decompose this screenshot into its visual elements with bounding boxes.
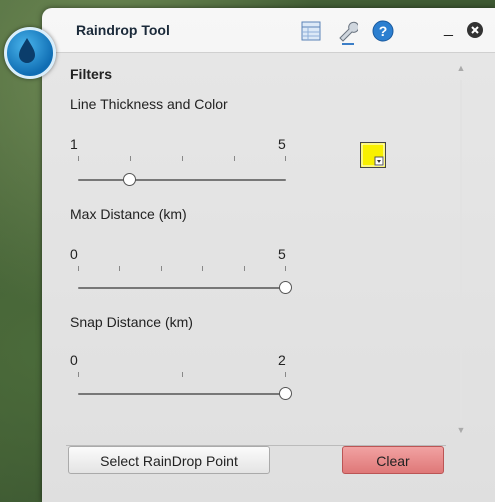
tick <box>78 156 79 161</box>
tick <box>285 266 286 271</box>
filters-heading: Filters <box>70 66 113 82</box>
tick <box>78 266 79 271</box>
line-thickness-max: 5 <box>278 136 286 152</box>
max-distance-slider-thumb[interactable] <box>279 281 292 294</box>
panel-title: Raindrop Tool <box>76 22 170 38</box>
panel-titlebar[interactable]: Raindrop Tool ? _ <box>42 8 495 53</box>
help-icon[interactable]: ? <box>372 20 394 42</box>
raindrop-logo-icon <box>4 27 56 79</box>
scroll-track[interactable] <box>460 80 462 420</box>
line-color-picker[interactable] <box>360 142 386 168</box>
line-thickness-slider-thumb[interactable] <box>123 173 136 186</box>
tick <box>119 266 120 271</box>
svg-text:?: ? <box>379 23 388 39</box>
panel-content <box>42 52 495 502</box>
tick <box>244 266 245 271</box>
vertical-scrollbar[interactable]: ▲ ▼ <box>452 62 470 436</box>
minimize-button[interactable]: _ <box>444 20 453 38</box>
line-thickness-slider-track[interactable] <box>78 179 286 181</box>
tick <box>285 156 286 161</box>
max-distance-max: 5 <box>278 246 286 262</box>
select-raindrop-point-button[interactable]: Select RainDrop Point <box>68 446 270 474</box>
raindrop-tool-panel: Raindrop Tool ? _ Filters Line Thickness… <box>42 8 495 502</box>
settings-wrench-icon[interactable] <box>336 20 360 45</box>
snap-distance-slider-track[interactable] <box>78 393 286 395</box>
tick <box>78 372 79 377</box>
scroll-up-icon[interactable]: ▲ <box>455 62 467 74</box>
line-thickness-min: 1 <box>70 136 78 152</box>
max-distance-label: Max Distance (km) <box>70 206 187 222</box>
snap-distance-slider-thumb[interactable] <box>279 387 292 400</box>
tick <box>234 156 235 161</box>
snap-distance-label: Snap Distance (km) <box>70 314 193 330</box>
snap-distance-min: 0 <box>70 352 78 368</box>
scroll-down-icon[interactable]: ▼ <box>455 424 467 436</box>
close-icon[interactable] <box>466 21 484 39</box>
line-thickness-label: Line Thickness and Color <box>70 96 228 112</box>
tick <box>202 266 203 271</box>
clear-button[interactable]: Clear <box>342 446 444 474</box>
max-distance-min: 0 <box>70 246 78 262</box>
tick <box>130 156 131 161</box>
snap-distance-max: 2 <box>278 352 286 368</box>
max-distance-slider-track[interactable] <box>78 287 286 289</box>
table-icon[interactable] <box>300 20 322 42</box>
tick <box>285 372 286 377</box>
tick <box>182 156 183 161</box>
tick <box>182 372 183 377</box>
tick <box>161 266 162 271</box>
